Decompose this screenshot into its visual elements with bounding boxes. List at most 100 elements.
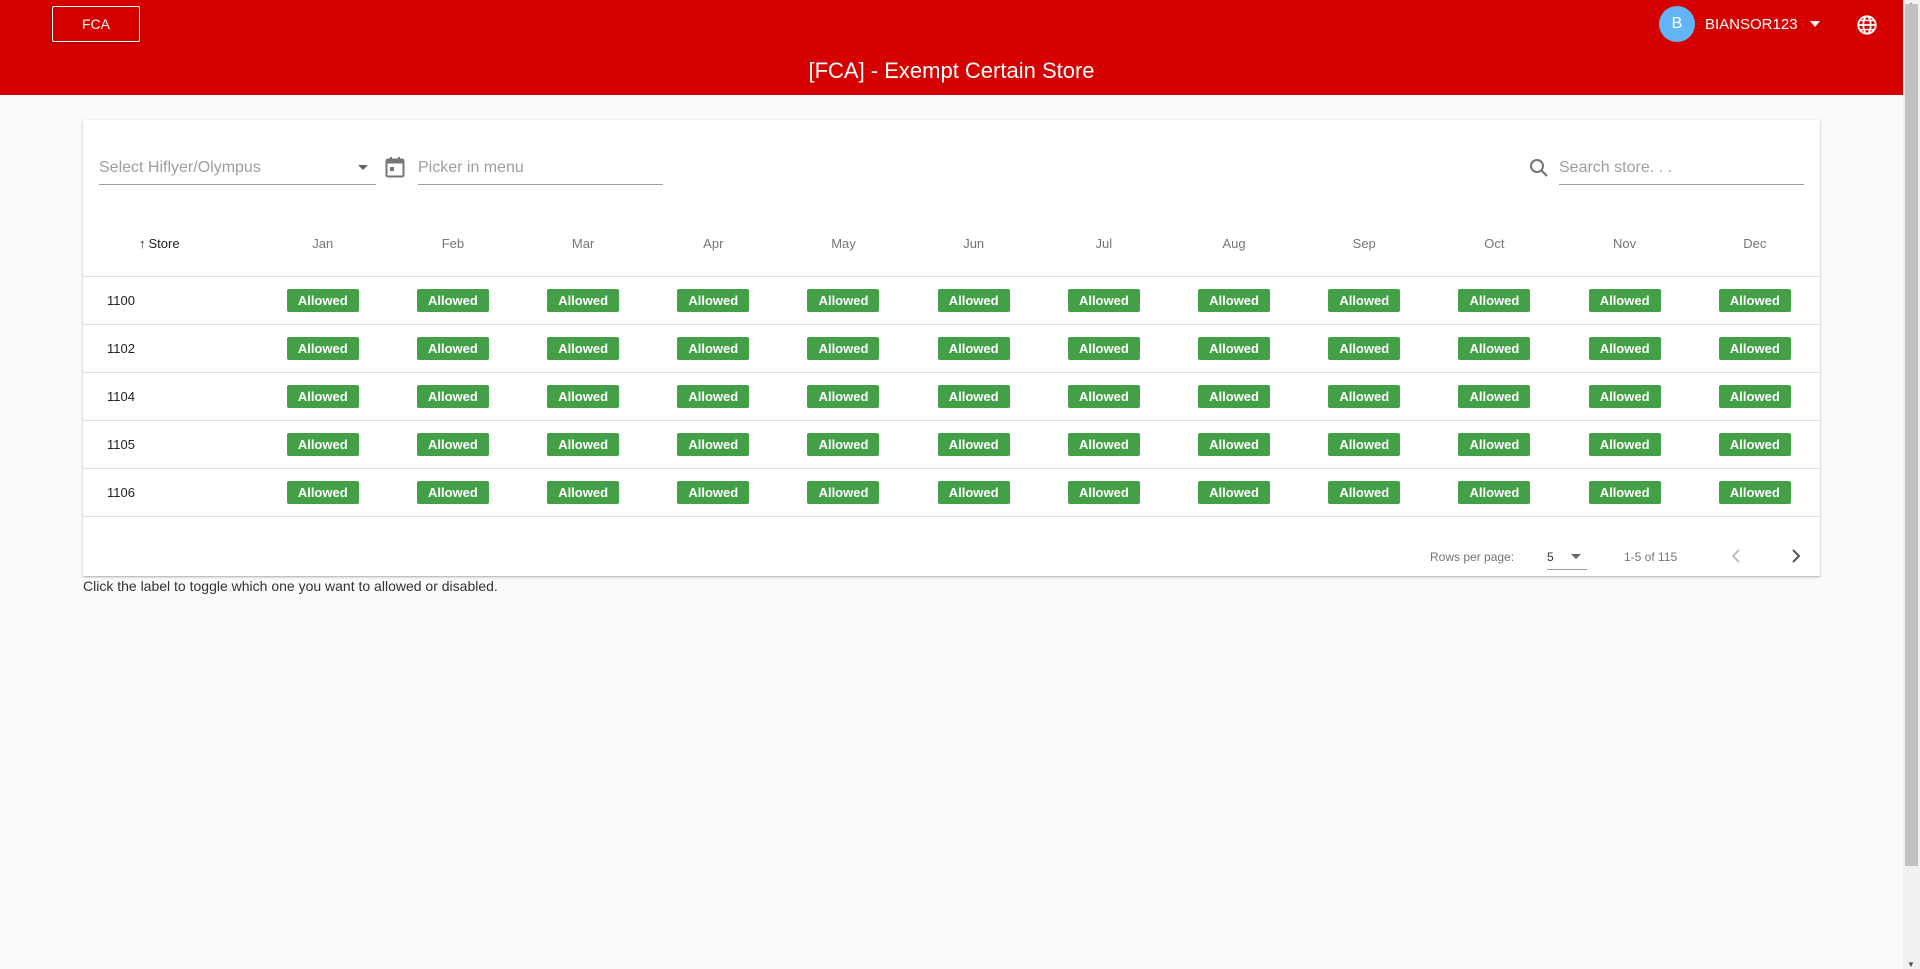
date-picker-field[interactable] [418, 153, 663, 185]
hiflyer-olympus-select[interactable] [99, 153, 376, 185]
scroll-down-icon[interactable]: ▼ [1907, 960, 1915, 969]
month-column-header[interactable]: Nov [1559, 212, 1690, 277]
month-cell: Allowed [648, 276, 779, 325]
fca-button[interactable]: FCA [52, 6, 140, 42]
allowed-badge[interactable]: Allowed [677, 432, 750, 456]
allowed-badge[interactable]: Allowed [1718, 384, 1791, 408]
allowed-badge[interactable]: Allowed [807, 288, 880, 312]
store-cell: 1102 [83, 324, 258, 373]
allowed-badge[interactable]: Allowed [286, 288, 359, 312]
allowed-badge[interactable]: Allowed [286, 384, 359, 408]
allowed-badge[interactable]: Allowed [677, 384, 750, 408]
store-column-header[interactable]: ↑ Store [83, 212, 258, 277]
globe-icon[interactable] [1856, 14, 1878, 36]
allowed-badge[interactable]: Allowed [1458, 432, 1531, 456]
allowed-badge[interactable]: Allowed [937, 480, 1010, 504]
hiflyer-olympus-input[interactable] [99, 153, 376, 183]
month-column-header[interactable]: Jun [908, 212, 1039, 277]
allowed-badge[interactable]: Allowed [1328, 384, 1401, 408]
allowed-badge[interactable]: Allowed [416, 336, 489, 360]
allowed-badge[interactable]: Allowed [547, 384, 620, 408]
month-column-header[interactable]: Feb [387, 212, 519, 277]
allowed-badge[interactable]: Allowed [416, 432, 489, 456]
allowed-badge[interactable]: Allowed [1198, 336, 1271, 360]
allowed-badge[interactable]: Allowed [547, 336, 620, 360]
allowed-badge[interactable]: Allowed [416, 480, 489, 504]
search-store-input[interactable] [1559, 153, 1804, 183]
allowed-badge[interactable]: Allowed [677, 336, 750, 360]
allowed-badge[interactable]: Allowed [416, 384, 489, 408]
allowed-badge[interactable]: Allowed [1198, 384, 1271, 408]
allowed-badge[interactable]: Allowed [547, 432, 620, 456]
month-cell: Allowed [1168, 276, 1300, 325]
allowed-badge[interactable]: Allowed [1328, 480, 1401, 504]
allowed-badge[interactable]: Allowed [1198, 288, 1271, 312]
allowed-badge[interactable]: Allowed [807, 480, 880, 504]
date-picker-input[interactable] [418, 153, 663, 183]
allowed-badge[interactable]: Allowed [1718, 432, 1791, 456]
month-cell: Allowed [1429, 468, 1560, 517]
allowed-badge[interactable]: Allowed [1718, 480, 1791, 504]
month-column-header[interactable]: Sep [1299, 212, 1430, 277]
allowed-badge[interactable]: Allowed [1458, 336, 1531, 360]
allowed-badge[interactable]: Allowed [1718, 288, 1791, 312]
allowed-badge[interactable]: Allowed [547, 480, 620, 504]
chevron-right-icon[interactable] [1785, 546, 1805, 566]
allowed-badge[interactable]: Allowed [416, 288, 489, 312]
rows-per-page-value: 5 [1547, 550, 1554, 564]
month-cell: Allowed [518, 276, 649, 325]
month-cell: Allowed [908, 276, 1039, 325]
allowed-badge[interactable]: Allowed [1198, 480, 1271, 504]
allowed-badge[interactable]: Allowed [1458, 288, 1531, 312]
chevron-left-icon[interactable] [1727, 546, 1747, 566]
allowed-badge[interactable]: Allowed [1067, 480, 1140, 504]
allowed-badge[interactable]: Allowed [807, 336, 880, 360]
month-column-header[interactable]: Mar [518, 212, 649, 277]
month-column-header[interactable]: Dec [1689, 212, 1820, 277]
allowed-badge[interactable]: Allowed [286, 336, 359, 360]
rows-per-page-select[interactable]: 5 [1547, 544, 1587, 570]
month-cell: Allowed [648, 324, 779, 373]
allowed-badge[interactable]: Allowed [677, 480, 750, 504]
scrollbar[interactable]: ▲ ▼ [1903, 0, 1920, 969]
allowed-badge[interactable]: Allowed [1328, 288, 1401, 312]
allowed-badge[interactable]: Allowed [807, 432, 880, 456]
allowed-badge[interactable]: Allowed [1718, 336, 1791, 360]
allowed-badge[interactable]: Allowed [937, 288, 1010, 312]
allowed-badge[interactable]: Allowed [1067, 432, 1140, 456]
month-column-header[interactable]: Oct [1429, 212, 1560, 277]
month-column-header[interactable]: Apr [648, 212, 779, 277]
month-column-header[interactable]: Aug [1168, 212, 1300, 277]
user-menu[interactable]: B BIANSOR123 [1659, 6, 1820, 42]
allowed-badge[interactable]: Allowed [1588, 336, 1661, 360]
allowed-badge[interactable]: Allowed [1458, 384, 1531, 408]
allowed-badge[interactable]: Allowed [937, 336, 1010, 360]
allowed-badge[interactable]: Allowed [1588, 480, 1661, 504]
allowed-badge[interactable]: Allowed [1067, 288, 1140, 312]
allowed-badge[interactable]: Allowed [677, 288, 750, 312]
allowed-badge[interactable]: Allowed [1588, 432, 1661, 456]
allowed-badge[interactable]: Allowed [1588, 288, 1661, 312]
allowed-badge[interactable]: Allowed [1067, 384, 1140, 408]
allowed-badge[interactable]: Allowed [547, 288, 620, 312]
allowed-badge[interactable]: Allowed [286, 480, 359, 504]
allowed-badge[interactable]: Allowed [807, 384, 880, 408]
allowed-badge[interactable]: Allowed [286, 432, 359, 456]
allowed-badge[interactable]: Allowed [937, 384, 1010, 408]
month-column-header[interactable]: May [778, 212, 909, 277]
scrollbar-thumb[interactable] [1905, 4, 1918, 866]
allowed-badge[interactable]: Allowed [1588, 384, 1661, 408]
allowed-badge[interactable]: Allowed [1328, 336, 1401, 360]
allowed-badge[interactable]: Allowed [1458, 480, 1531, 504]
allowed-badge[interactable]: Allowed [1067, 336, 1140, 360]
calendar-icon[interactable] [385, 156, 405, 178]
rows-per-page-label: Rows per page: [1430, 550, 1515, 564]
month-cell: Allowed [1689, 276, 1820, 325]
arrow-up-icon: ↑ [139, 236, 146, 252]
search-store-field[interactable] [1559, 153, 1804, 185]
allowed-badge[interactable]: Allowed [937, 432, 1010, 456]
month-column-header[interactable]: Jan [257, 212, 388, 277]
allowed-badge[interactable]: Allowed [1198, 432, 1271, 456]
allowed-badge[interactable]: Allowed [1328, 432, 1401, 456]
month-column-header[interactable]: Jul [1038, 212, 1169, 277]
